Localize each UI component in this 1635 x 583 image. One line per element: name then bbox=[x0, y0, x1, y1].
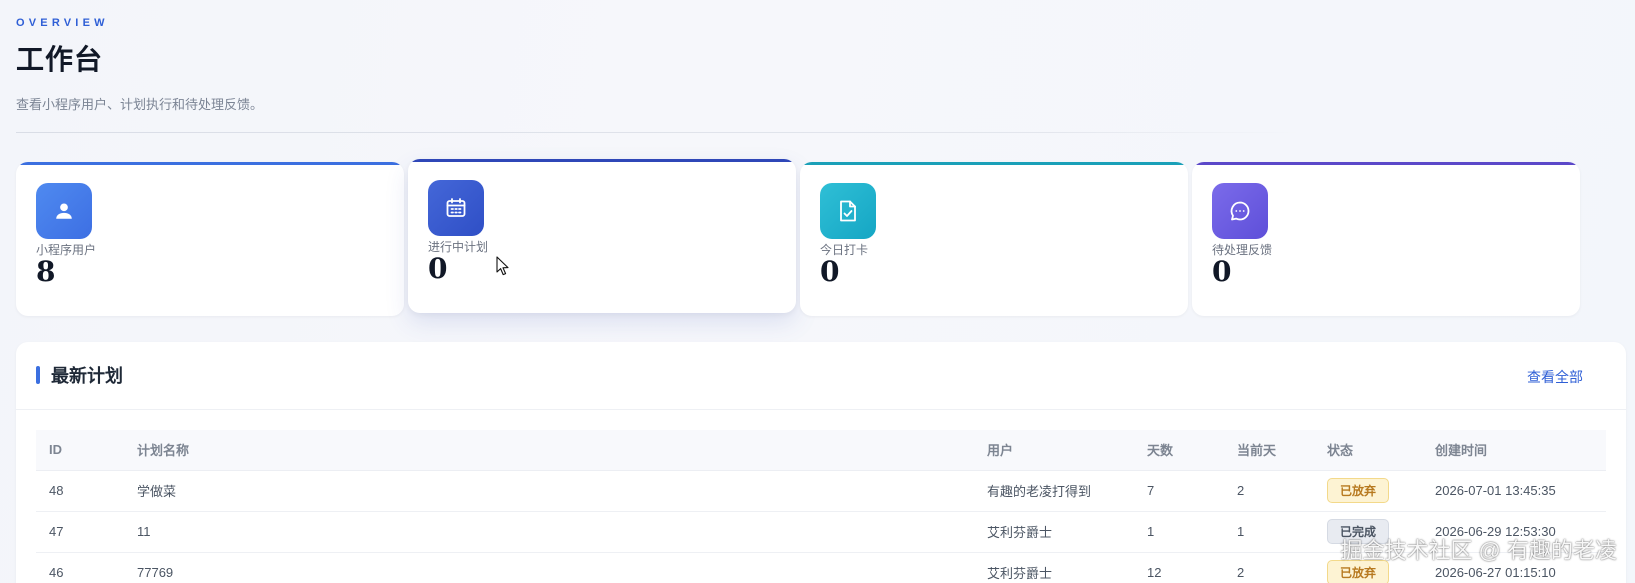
panel-title-accent bbox=[36, 366, 40, 384]
cell-status: 已放弃 bbox=[1314, 470, 1422, 512]
header-divider bbox=[16, 132, 1302, 133]
user-icon bbox=[36, 183, 92, 239]
column-header-user: 用户 bbox=[974, 430, 1134, 471]
table-row[interactable]: 48 学做菜 有趣的老凌打得到 7 2 已放弃 2026-07-01 13:45… bbox=[36, 470, 1606, 512]
cell-days: 12 bbox=[1134, 552, 1224, 583]
page-subtitle: 查看小程序用户、计划执行和待处理反馈。 bbox=[16, 97, 264, 112]
stat-card-accent-bar bbox=[16, 162, 404, 165]
cell-days: 7 bbox=[1134, 470, 1224, 512]
cell-current-day: 2 bbox=[1224, 470, 1314, 512]
panel-title: 最新计划 bbox=[51, 366, 123, 387]
document-check-icon bbox=[820, 183, 876, 239]
column-header-current-day: 当前天 bbox=[1224, 430, 1314, 471]
cell-current-day: 1 bbox=[1224, 511, 1314, 553]
cell-created: 2026-07-01 13:45:35 bbox=[1422, 470, 1606, 512]
status-badge: 已放弃 bbox=[1327, 478, 1390, 503]
calendar-icon bbox=[428, 180, 484, 236]
cell-id: 46 bbox=[36, 552, 124, 583]
stat-value: 0 bbox=[820, 255, 840, 288]
cell-plan-name: 11 bbox=[124, 511, 974, 553]
stat-value: 0 bbox=[428, 252, 448, 285]
cell-plan-name: 学做菜 bbox=[124, 470, 974, 512]
cell-user: 艾利芬爵士 bbox=[974, 552, 1134, 583]
view-all-link[interactable]: 查看全部 bbox=[1527, 367, 1583, 387]
stat-card-accent-bar bbox=[800, 162, 1188, 165]
chat-bubble-icon bbox=[1212, 183, 1268, 239]
stat-card-accent-bar bbox=[1192, 162, 1580, 165]
cell-user: 艾利芬爵士 bbox=[974, 511, 1134, 553]
stat-card-checkins-today[interactable]: 今日打卡 0 bbox=[800, 162, 1188, 316]
cell-plan-name: 77769 bbox=[124, 552, 974, 583]
cell-id: 48 bbox=[36, 470, 124, 512]
stat-card-pending-feedback[interactable]: 待处理反馈 0 bbox=[1192, 162, 1580, 316]
page-eyebrow: OVERVIEW bbox=[16, 17, 109, 29]
watermark: 掘金技术社区 @ 有趣的老凌 bbox=[1340, 538, 1617, 563]
column-header-plan-name: 计划名称 bbox=[124, 430, 974, 471]
column-header-status: 状态 bbox=[1314, 430, 1422, 471]
stat-value: 0 bbox=[1212, 255, 1232, 288]
mouse-cursor-icon bbox=[496, 256, 509, 276]
stat-card-users[interactable]: 小程序用户 8 bbox=[16, 162, 404, 316]
column-header-created: 创建时间 bbox=[1422, 430, 1606, 471]
cell-user: 有趣的老凌打得到 bbox=[974, 470, 1134, 512]
stat-card-active-plans[interactable]: 进行中计划 0 bbox=[408, 159, 796, 313]
panel-header: 最新计划 查看全部 bbox=[16, 342, 1626, 410]
cell-days: 1 bbox=[1134, 511, 1224, 553]
column-header-days: 天数 bbox=[1134, 430, 1224, 471]
cell-id: 47 bbox=[36, 511, 124, 553]
table-header-row: ID 计划名称 用户 天数 当前天 状态 创建时间 bbox=[36, 430, 1606, 471]
column-header-id: ID bbox=[36, 430, 124, 471]
stat-card-accent-bar bbox=[408, 159, 796, 162]
page-title: 工作台 bbox=[16, 43, 104, 76]
cell-current-day: 2 bbox=[1224, 552, 1314, 583]
stat-value: 8 bbox=[36, 255, 56, 288]
